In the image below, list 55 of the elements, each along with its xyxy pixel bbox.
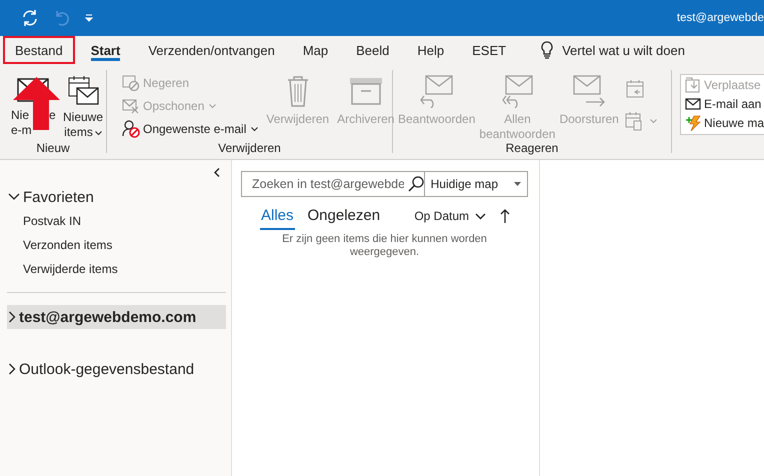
ribbon-tab[interactable]: Bestand <box>3 36 75 64</box>
ribbon-tab[interactable]: Verzenden/ontvangen <box>136 36 287 64</box>
caret-icon <box>209 104 216 108</box>
ribbon-tab[interactable]: ESET <box>460 36 518 64</box>
sync-button[interactable] <box>20 8 40 28</box>
tell-me-field[interactable]: Vertel wat u wilt doen <box>562 42 685 58</box>
ribbon-button[interactable]: E-mail aan <box>683 94 764 113</box>
calendar-envelope-icon <box>67 74 100 106</box>
ribbon-tab[interactable]: Beeld <box>344 36 402 64</box>
blocked-person-icon <box>122 120 140 138</box>
customize-button[interactable] <box>84 13 94 23</box>
account-folder[interactable]: Outlook-gegevensbestand <box>7 357 226 381</box>
caret-icon <box>94 131 102 136</box>
folder-group-header[interactable]: Favorieten <box>7 185 226 209</box>
folder-item[interactable]: Verwijderde items <box>7 257 226 281</box>
ribbon-tab[interactable]: Start <box>78 36 132 64</box>
reply-envelope-icon <box>420 74 454 108</box>
caret-icon <box>84 13 94 23</box>
collapse-button[interactable] <box>212 166 222 179</box>
sort-order-button[interactable] <box>500 209 510 223</box>
folder-item[interactable]: Verzonden items <box>7 233 226 257</box>
ribbon-tab[interactable]: Help <box>405 36 456 64</box>
sync-icon <box>20 8 40 28</box>
lightbulb-icon <box>540 41 554 59</box>
chevron-icon <box>214 168 220 177</box>
envelope-cross-icon <box>122 98 140 114</box>
forward-envelope-icon <box>572 74 606 108</box>
group-label: Nieuw <box>35 140 71 156</box>
ribbon-tab[interactable]: Map <box>290 36 340 64</box>
chevron-down-icon <box>8 193 20 201</box>
ribbon-button[interactable]: Ongewenste e-mail <box>119 118 262 140</box>
arrow-up-icon <box>500 209 510 223</box>
group-label: Verwijderen <box>217 140 282 156</box>
account-folder[interactable]: test@argewebdemo.com <box>7 305 226 329</box>
lightning-icon <box>685 114 701 130</box>
folder-item[interactable]: Postvak IN <box>7 209 226 233</box>
ribbon-button[interactable]: Nieuwe ma <box>683 113 764 132</box>
archive-box-icon <box>348 76 383 106</box>
caret-icon <box>251 126 258 132</box>
move-icon <box>685 76 701 92</box>
ribbon-button[interactable]: Nieuwe items <box>60 70 106 140</box>
group-label: Reageren <box>504 140 560 156</box>
filter-tab[interactable]: Ongelezen <box>306 206 382 230</box>
account-name: test@argewebde <box>676 12 764 24</box>
calendar-reply-icon <box>624 79 645 99</box>
chevron-right-icon <box>8 363 16 375</box>
chevron-right-icon <box>8 311 16 323</box>
filter-tab[interactable]: Alles <box>260 206 295 230</box>
envelope-icon <box>685 96 701 110</box>
reply-all-envelope-icon <box>500 74 534 108</box>
ignore-icon <box>122 75 140 91</box>
empty-message: Er zijn geen items die hier kunnen worden weergegeven. <box>281 232 488 259</box>
sort-dropdown[interactable]: Op Datum <box>414 209 486 223</box>
chevron-down-icon <box>475 212 486 220</box>
caret-icon <box>650 118 657 124</box>
